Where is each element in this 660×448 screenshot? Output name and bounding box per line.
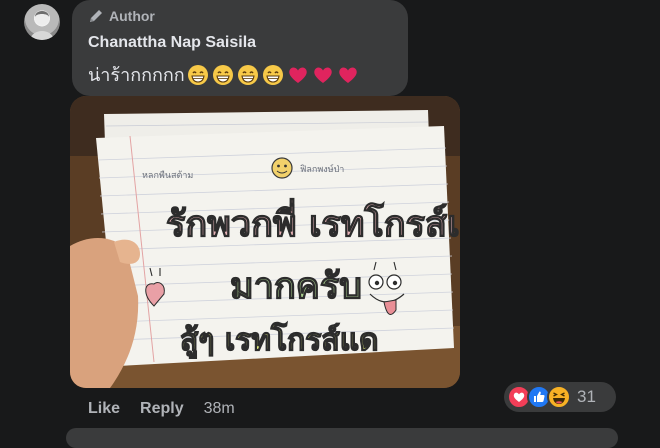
- avatar-photo: [30, 11, 54, 40]
- handwritten-sign-image: หลกพืนสต้าม ฟิลกพงษ์ป่า รักพวกพี่ เรทโกร…: [70, 96, 460, 388]
- sign-line-1: รักพวกพี่ เรทโกรส์แด: [166, 198, 460, 245]
- grinning-face-icon: [187, 64, 208, 85]
- red-heart-icon: [288, 67, 307, 83]
- grinning-face-icon: [237, 64, 258, 85]
- reaction-count: 31: [577, 387, 596, 406]
- sign-top-right-text: ฟิลกพงษ์ป่า: [300, 163, 344, 175]
- reply-button[interactable]: Reply: [140, 400, 184, 418]
- comment-timestamp[interactable]: 38m: [204, 400, 235, 418]
- comment-actions: Like Reply 38m: [88, 400, 235, 418]
- next-comment-bubble: [66, 428, 618, 448]
- red-heart-icon: [338, 67, 357, 83]
- like-button[interactable]: Like: [88, 400, 120, 418]
- comment-text: น่าร้ากกกกก: [88, 65, 185, 85]
- commenter-name[interactable]: Chanattha Nap Saisila: [88, 34, 256, 52]
- sign-line-2: มากครับ: [230, 266, 362, 307]
- pen-icon: [90, 10, 102, 22]
- haha-reaction-icon: [547, 385, 571, 409]
- sign-line-3: สู้ๆ เรทโกรส์แด: [180, 321, 379, 359]
- author-badge: Author: [88, 8, 155, 24]
- comment-body: น่าร้ากกกกก: [88, 60, 362, 89]
- grinning-face-icon: [212, 64, 233, 85]
- grinning-face-icon: [262, 64, 283, 85]
- reaction-summary[interactable]: 31: [504, 382, 616, 412]
- author-badge-label: Author: [109, 8, 155, 24]
- commenter-avatar[interactable]: [24, 4, 60, 40]
- comment-photo[interactable]: หลกพืนสต้าม ฟิลกพงษ์ป่า รักพวกพี่ เรทโกร…: [70, 96, 460, 388]
- red-heart-icon: [313, 67, 332, 83]
- sign-top-left-text: หลกพืนสต้าม: [142, 170, 193, 181]
- comment-bubble: Author Chanattha Nap Saisila น่าร้ากกกกก: [72, 0, 408, 96]
